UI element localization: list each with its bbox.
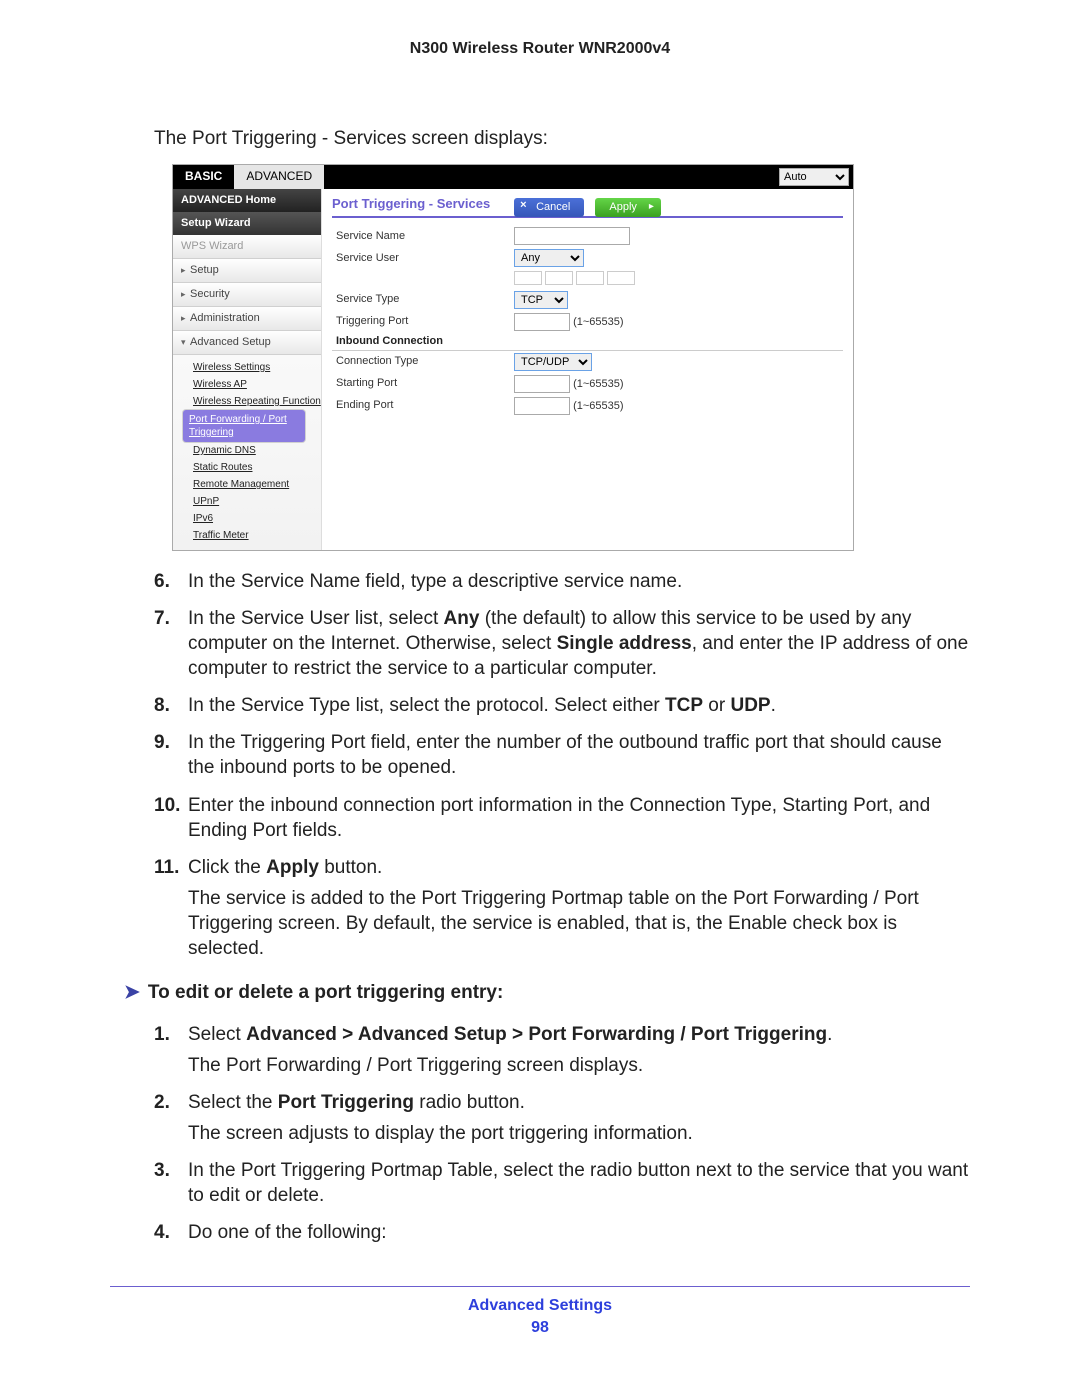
input-service-name[interactable] xyxy=(514,227,630,245)
steps-first: 6.In the Service Name field, type a desc… xyxy=(110,569,970,961)
sidebar-security[interactable]: Security xyxy=(173,283,321,307)
sidebar-setup-wizard[interactable]: Setup Wizard xyxy=(173,212,321,235)
page-footer: Advanced Settings 98 xyxy=(110,1297,970,1337)
sidebar: ADVANCED Home Setup Wizard WPS Wizard Se… xyxy=(173,189,322,550)
sidebar-advanced-setup[interactable]: Advanced Setup xyxy=(173,331,321,355)
step-9: 9.In the Triggering Port field, enter th… xyxy=(154,730,970,780)
label-service-name: Service Name xyxy=(332,225,510,247)
input-triggering-port[interactable] xyxy=(514,313,570,331)
sub-port-forwarding[interactable]: Port Forwarding / Port Triggering xyxy=(183,410,305,442)
task-heading-edit-delete: ➤To edit or delete a port triggering ent… xyxy=(124,981,970,1004)
ip-oct-2[interactable] xyxy=(545,271,573,285)
step-10: 10.Enter the inbound connection port inf… xyxy=(154,793,970,843)
step2-1: 1. Select Advanced > Advanced Setup > Po… xyxy=(154,1022,970,1047)
select-service-type[interactable]: TCP xyxy=(514,291,568,309)
sub-ipv6[interactable]: IPv6 xyxy=(193,510,321,527)
content-panel: Port Triggering - Services Cancel Apply … xyxy=(322,189,853,550)
apply-button[interactable]: Apply xyxy=(595,198,661,217)
sub-dynamic-dns[interactable]: Dynamic DNS xyxy=(193,442,321,459)
hint-range-1: (1~65535) xyxy=(573,316,623,328)
ip-oct-3[interactable] xyxy=(576,271,604,285)
footer-rule xyxy=(110,1286,970,1287)
label-connection-type: Connection Type xyxy=(332,350,510,373)
sub-remote-management[interactable]: Remote Management xyxy=(193,476,321,493)
router-ui-screenshot: BASIC ADVANCED Auto ADVANCED Home Setup … xyxy=(172,164,854,551)
input-starting-port[interactable] xyxy=(514,375,570,393)
tab-basic[interactable]: BASIC xyxy=(173,165,234,189)
label-ending-port: Ending Port xyxy=(332,395,510,417)
step2-2: 2. Select the Port Triggering radio butt… xyxy=(154,1090,970,1115)
tab-advanced[interactable]: ADVANCED xyxy=(234,165,324,189)
ip-address-fields xyxy=(510,269,843,289)
input-ending-port[interactable] xyxy=(514,397,570,415)
form-table: Service Name Service User Any xyxy=(332,225,843,417)
select-service-user[interactable]: Any xyxy=(514,249,584,267)
sub-wireless-repeating[interactable]: Wireless Repeating Function xyxy=(193,393,321,410)
sidebar-administration[interactable]: Administration xyxy=(173,307,321,331)
label-triggering-port: Triggering Port xyxy=(332,311,510,333)
hint-range-3: (1~65535) xyxy=(573,400,623,412)
step2-2-followup: The screen adjusts to display the port t… xyxy=(154,1121,970,1146)
sidebar-advanced-home[interactable]: ADVANCED Home xyxy=(173,189,321,212)
step2-4: 4.Do one of the following: xyxy=(154,1220,970,1245)
ip-oct-4[interactable] xyxy=(607,271,635,285)
sidebar-wps-wizard[interactable]: WPS Wizard xyxy=(173,235,321,259)
doc-title: N300 Wireless Router WNR2000v4 xyxy=(110,40,970,58)
label-starting-port: Starting Port xyxy=(332,373,510,395)
sub-wireless-ap[interactable]: Wireless AP xyxy=(193,376,321,393)
sub-wireless-settings[interactable]: Wireless Settings xyxy=(193,359,321,376)
step-7: 7. In the Service User list, select Any … xyxy=(154,606,970,681)
intro-text: The Port Triggering - Services screen di… xyxy=(154,128,970,150)
sidebar-submenu: Wireless Settings Wireless AP Wireless R… xyxy=(173,355,321,550)
step2-1-followup: The Port Forwarding / Port Triggering sc… xyxy=(154,1053,970,1078)
steps-second: 1. Select Advanced > Advanced Setup > Po… xyxy=(110,1022,970,1246)
proc-arrow-icon: ➤ xyxy=(124,982,140,1003)
footer-page-number: 98 xyxy=(110,1319,970,1337)
step-11-followup: The service is added to the Port Trigger… xyxy=(154,886,970,961)
sub-upnp[interactable]: UPnP xyxy=(193,493,321,510)
select-connection-type[interactable]: TCP/UDP xyxy=(514,353,592,371)
sub-static-routes[interactable]: Static Routes xyxy=(193,459,321,476)
heading-inbound: Inbound Connection xyxy=(332,333,843,351)
footer-section: Advanced Settings xyxy=(110,1297,970,1315)
ip-oct-1[interactable] xyxy=(514,271,542,285)
label-service-user: Service User xyxy=(332,247,510,269)
cancel-button[interactable]: Cancel xyxy=(514,198,584,217)
sidebar-setup[interactable]: Setup xyxy=(173,259,321,283)
step2-3: 3.In the Port Triggering Portmap Table, … xyxy=(154,1158,970,1208)
step-11: 11. Click the Apply button. xyxy=(154,855,970,880)
topbar: BASIC ADVANCED Auto xyxy=(173,165,853,189)
hint-range-2: (1~65535) xyxy=(573,378,623,390)
auto-dropdown[interactable]: Auto xyxy=(779,168,849,186)
step-6: 6.In the Service Name field, type a desc… xyxy=(154,569,970,594)
step-8: 8. In the Service Type list, select the … xyxy=(154,693,970,718)
label-service-type: Service Type xyxy=(332,289,510,311)
sub-traffic-meter[interactable]: Traffic Meter xyxy=(193,527,321,544)
